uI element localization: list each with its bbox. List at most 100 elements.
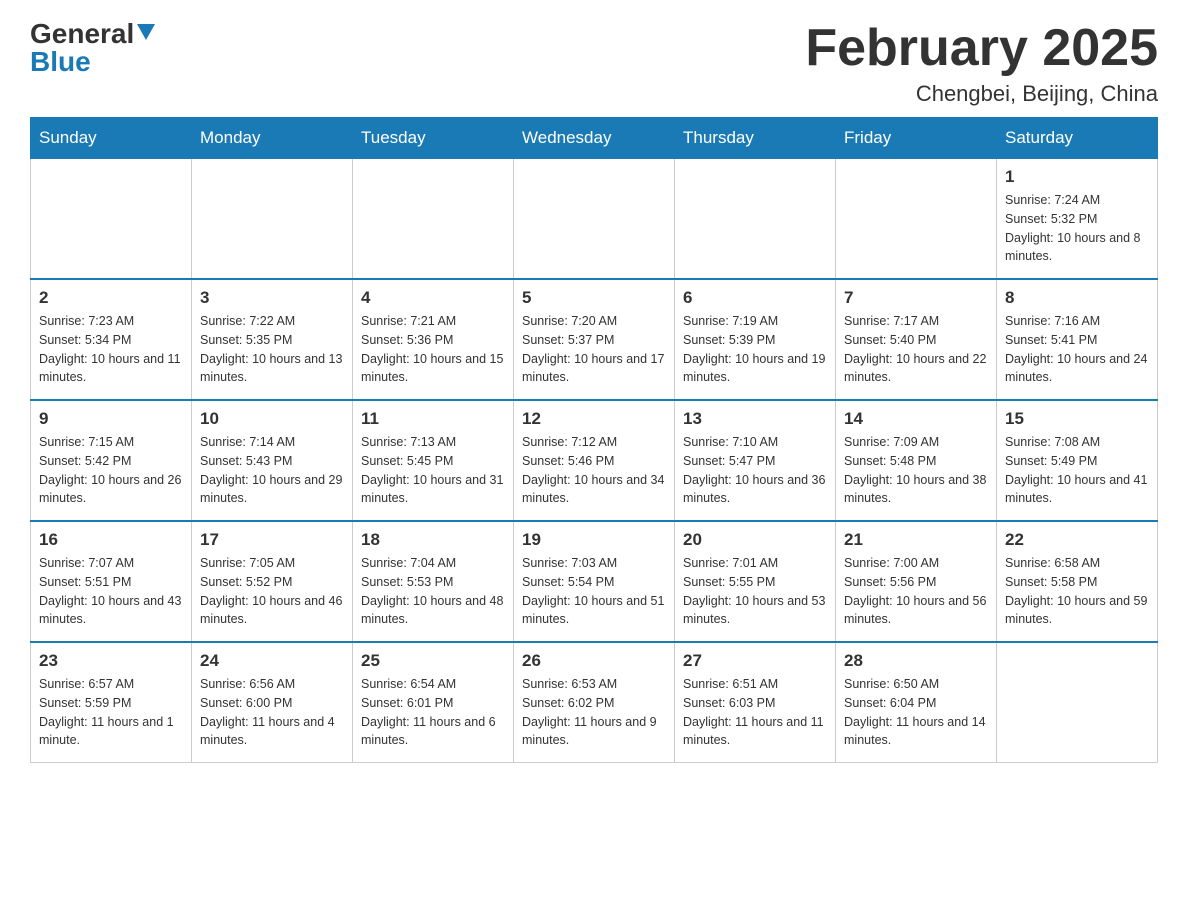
day-number: 8 <box>1005 288 1149 308</box>
header-tuesday: Tuesday <box>353 118 514 159</box>
calendar-week-row: 16 Sunrise: 7:07 AM Sunset: 5:51 PM Dayli… <box>31 521 1158 642</box>
day-info: Sunrise: 7:07 AM Sunset: 5:51 PM Dayligh… <box>39 554 183 629</box>
day-number: 12 <box>522 409 666 429</box>
calendar-day-cell: 11 Sunrise: 7:13 AM Sunset: 5:45 PM Dayli… <box>353 400 514 521</box>
day-info: Sunrise: 7:21 AM Sunset: 5:36 PM Dayligh… <box>361 312 505 387</box>
day-number: 6 <box>683 288 827 308</box>
day-number: 19 <box>522 530 666 550</box>
day-number: 27 <box>683 651 827 671</box>
calendar-day-cell: 10 Sunrise: 7:14 AM Sunset: 5:43 PM Dayli… <box>192 400 353 521</box>
calendar-day-cell: 28Sunrise: 6:50 AM Sunset: 6:04 PM Dayli… <box>836 642 997 763</box>
calendar-day-cell: 7 Sunrise: 7:17 AM Sunset: 5:40 PM Daylig… <box>836 279 997 400</box>
calendar-day-cell <box>514 159 675 280</box>
calendar-day-cell: 13 Sunrise: 7:10 AM Sunset: 5:47 PM Dayli… <box>675 400 836 521</box>
day-number: 13 <box>683 409 827 429</box>
calendar-week-row: 2 Sunrise: 7:23 AM Sunset: 5:34 PM Daylig… <box>31 279 1158 400</box>
day-info: Sunrise: 7:12 AM Sunset: 5:46 PM Dayligh… <box>522 433 666 508</box>
calendar-day-cell: 20 Sunrise: 7:01 AM Sunset: 5:55 PM Dayli… <box>675 521 836 642</box>
day-number: 9 <box>39 409 183 429</box>
calendar-day-cell: 16 Sunrise: 7:07 AM Sunset: 5:51 PM Dayli… <box>31 521 192 642</box>
day-info: Sunrise: 7:09 AM Sunset: 5:48 PM Dayligh… <box>844 433 988 508</box>
calendar-day-cell <box>192 159 353 280</box>
logo-general-text: General <box>30 20 134 48</box>
day-info: Sunrise: 7:08 AM Sunset: 5:49 PM Dayligh… <box>1005 433 1149 508</box>
day-info: Sunrise: 7:05 AM Sunset: 5:52 PM Dayligh… <box>200 554 344 629</box>
calendar-table: Sunday Monday Tuesday Wednesday Thursday… <box>30 117 1158 763</box>
calendar-day-cell: 21 Sunrise: 7:00 AM Sunset: 5:56 PM Dayli… <box>836 521 997 642</box>
month-title: February 2025 <box>805 20 1158 77</box>
calendar-week-row: 9 Sunrise: 7:15 AM Sunset: 5:42 PM Daylig… <box>31 400 1158 521</box>
calendar-day-cell <box>836 159 997 280</box>
day-info: Sunrise: 6:50 AM Sunset: 6:04 PM Dayligh… <box>844 675 988 750</box>
day-number: 7 <box>844 288 988 308</box>
day-info: Sunrise: 7:22 AM Sunset: 5:35 PM Dayligh… <box>200 312 344 387</box>
calendar-day-cell <box>997 642 1158 763</box>
day-number: 16 <box>39 530 183 550</box>
calendar-day-cell: 14 Sunrise: 7:09 AM Sunset: 5:48 PM Dayli… <box>836 400 997 521</box>
day-info: Sunrise: 7:16 AM Sunset: 5:41 PM Dayligh… <box>1005 312 1149 387</box>
day-info: Sunrise: 7:10 AM Sunset: 5:47 PM Dayligh… <box>683 433 827 508</box>
calendar-day-cell: 23Sunrise: 6:57 AM Sunset: 5:59 PM Dayli… <box>31 642 192 763</box>
calendar-day-cell <box>31 159 192 280</box>
day-info: Sunrise: 7:23 AM Sunset: 5:34 PM Dayligh… <box>39 312 183 387</box>
day-info: Sunrise: 7:04 AM Sunset: 5:53 PM Dayligh… <box>361 554 505 629</box>
calendar-week-row: 1 Sunrise: 7:24 AM Sunset: 5:32 PM Daylig… <box>31 159 1158 280</box>
calendar-header-row: Sunday Monday Tuesday Wednesday Thursday… <box>31 118 1158 159</box>
day-info: Sunrise: 7:24 AM Sunset: 5:32 PM Dayligh… <box>1005 191 1149 266</box>
day-number: 23 <box>39 651 183 671</box>
day-info: Sunrise: 6:53 AM Sunset: 6:02 PM Dayligh… <box>522 675 666 750</box>
calendar-day-cell <box>353 159 514 280</box>
day-number: 21 <box>844 530 988 550</box>
day-number: 20 <box>683 530 827 550</box>
location: Chengbei, Beijing, China <box>805 81 1158 107</box>
day-info: Sunrise: 6:51 AM Sunset: 6:03 PM Dayligh… <box>683 675 827 750</box>
logo-arrow-icon <box>137 24 155 44</box>
day-number: 22 <box>1005 530 1149 550</box>
day-info: Sunrise: 7:00 AM Sunset: 5:56 PM Dayligh… <box>844 554 988 629</box>
logo-blue-text: Blue <box>30 46 91 77</box>
day-info: Sunrise: 6:58 AM Sunset: 5:58 PM Dayligh… <box>1005 554 1149 629</box>
calendar-day-cell: 19 Sunrise: 7:03 AM Sunset: 5:54 PM Dayli… <box>514 521 675 642</box>
calendar-day-cell: 24 Sunrise: 6:56 AM Sunset: 6:00 PM Dayli… <box>192 642 353 763</box>
calendar-day-cell: 6Sunrise: 7:19 AM Sunset: 5:39 PM Daylig… <box>675 279 836 400</box>
day-number: 24 <box>200 651 344 671</box>
calendar-day-cell <box>675 159 836 280</box>
calendar-day-cell: 25 Sunrise: 6:54 AM Sunset: 6:01 PM Dayli… <box>353 642 514 763</box>
page-header: General Blue February 2025 Chengbei, Bei… <box>30 20 1158 107</box>
calendar-day-cell: 22 Sunrise: 6:58 AM Sunset: 5:58 PM Dayli… <box>997 521 1158 642</box>
header-friday: Friday <box>836 118 997 159</box>
header-saturday: Saturday <box>997 118 1158 159</box>
day-info: Sunrise: 7:20 AM Sunset: 5:37 PM Dayligh… <box>522 312 666 387</box>
calendar-day-cell: 1 Sunrise: 7:24 AM Sunset: 5:32 PM Daylig… <box>997 159 1158 280</box>
calendar-day-cell: 9 Sunrise: 7:15 AM Sunset: 5:42 PM Daylig… <box>31 400 192 521</box>
header-wednesday: Wednesday <box>514 118 675 159</box>
day-info: Sunrise: 7:01 AM Sunset: 5:55 PM Dayligh… <box>683 554 827 629</box>
calendar-day-cell: 15Sunrise: 7:08 AM Sunset: 5:49 PM Dayli… <box>997 400 1158 521</box>
day-number: 2 <box>39 288 183 308</box>
calendar-day-cell: 17 Sunrise: 7:05 AM Sunset: 5:52 PM Dayli… <box>192 521 353 642</box>
day-info: Sunrise: 7:03 AM Sunset: 5:54 PM Dayligh… <box>522 554 666 629</box>
calendar-day-cell: 2 Sunrise: 7:23 AM Sunset: 5:34 PM Daylig… <box>31 279 192 400</box>
day-number: 14 <box>844 409 988 429</box>
day-number: 4 <box>361 288 505 308</box>
day-number: 11 <box>361 409 505 429</box>
day-info: Sunrise: 6:54 AM Sunset: 6:01 PM Dayligh… <box>361 675 505 750</box>
day-info: Sunrise: 7:13 AM Sunset: 5:45 PM Dayligh… <box>361 433 505 508</box>
calendar-day-cell: 4 Sunrise: 7:21 AM Sunset: 5:36 PM Daylig… <box>353 279 514 400</box>
day-number: 10 <box>200 409 344 429</box>
day-info: Sunrise: 7:17 AM Sunset: 5:40 PM Dayligh… <box>844 312 988 387</box>
logo: General Blue <box>30 20 155 76</box>
title-area: February 2025 Chengbei, Beijing, China <box>805 20 1158 107</box>
day-number: 17 <box>200 530 344 550</box>
calendar-day-cell: 5 Sunrise: 7:20 AM Sunset: 5:37 PM Daylig… <box>514 279 675 400</box>
day-info: Sunrise: 7:14 AM Sunset: 5:43 PM Dayligh… <box>200 433 344 508</box>
day-number: 26 <box>522 651 666 671</box>
day-number: 18 <box>361 530 505 550</box>
day-info: Sunrise: 7:15 AM Sunset: 5:42 PM Dayligh… <box>39 433 183 508</box>
day-number: 1 <box>1005 167 1149 187</box>
calendar-week-row: 23Sunrise: 6:57 AM Sunset: 5:59 PM Dayli… <box>31 642 1158 763</box>
calendar-day-cell: 12 Sunrise: 7:12 AM Sunset: 5:46 PM Dayli… <box>514 400 675 521</box>
day-number: 25 <box>361 651 505 671</box>
day-number: 5 <box>522 288 666 308</box>
day-info: Sunrise: 6:56 AM Sunset: 6:00 PM Dayligh… <box>200 675 344 750</box>
